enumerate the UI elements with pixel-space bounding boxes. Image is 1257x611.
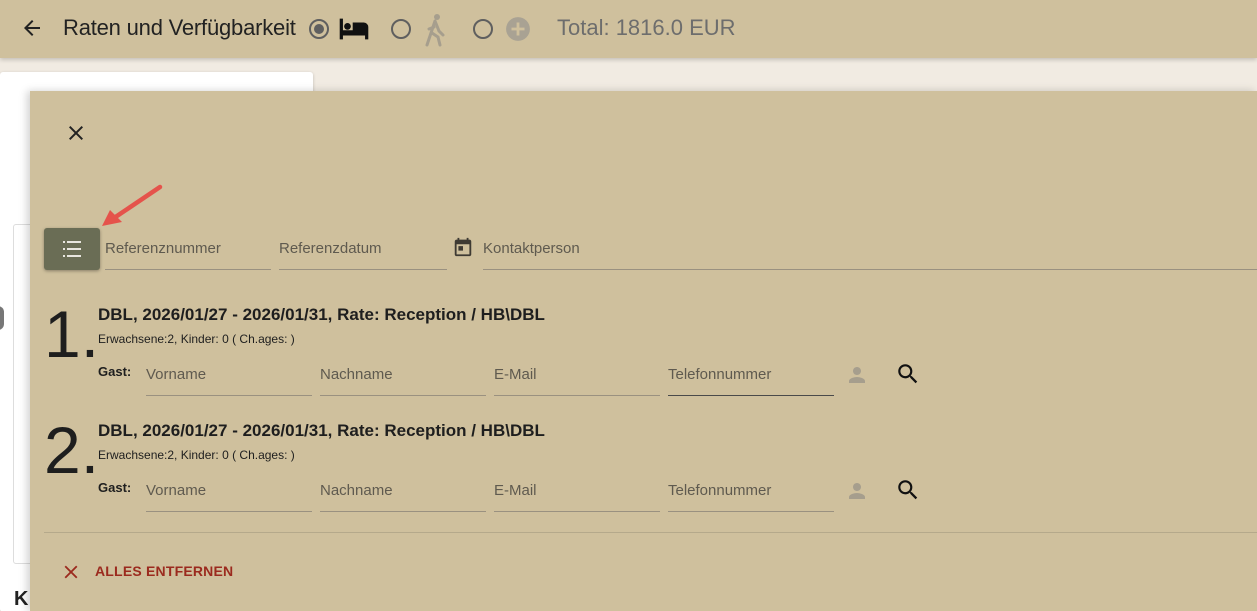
- first-name-input[interactable]: Vorname: [146, 358, 312, 396]
- room-number: 2.: [44, 413, 100, 487]
- background-partial-text: K: [14, 588, 29, 610]
- close-icon[interactable]: [64, 121, 88, 145]
- radio-bed-option[interactable]: [309, 19, 329, 39]
- booking-panel: Referenznummer Referenzdatum Kontaktpers…: [30, 91, 1257, 611]
- person-icon[interactable]: [845, 479, 869, 503]
- room-title: DBL, 2026/01/27 - 2026/01/31, Rate: Rece…: [98, 305, 545, 324]
- back-arrow-icon[interactable]: [20, 16, 44, 40]
- contact-person-input[interactable]: Kontaktperson: [483, 232, 1257, 270]
- reference-date-input[interactable]: Referenzdatum: [279, 232, 447, 270]
- walking-person-icon: [425, 14, 445, 47]
- total-price: Total: 1816.0 EUR: [557, 15, 736, 40]
- first-name-input[interactable]: Vorname: [146, 474, 312, 512]
- radio-walk-option[interactable]: [391, 19, 411, 39]
- page-title: Raten und Verfügbarkeit: [63, 15, 296, 40]
- room-title: DBL, 2026/01/27 - 2026/01/31, Rate: Rece…: [98, 421, 545, 440]
- background-handle: [0, 306, 4, 330]
- reference-number-placeholder: Referenznummer: [105, 240, 221, 257]
- list-view-button[interactable]: [44, 228, 100, 270]
- last-name-placeholder: Nachname: [320, 366, 393, 383]
- last-name-input[interactable]: Nachname: [320, 474, 486, 512]
- add-circle-icon: [506, 17, 530, 41]
- person-icon[interactable]: [845, 363, 869, 387]
- first-name-placeholder: Vorname: [146, 482, 207, 499]
- email-placeholder: E-Mail: [494, 482, 537, 499]
- calendar-icon[interactable]: [452, 235, 474, 259]
- phone-input[interactable]: Telefonnummer: [668, 474, 834, 512]
- room-occupancy: Erwachsene:2, Kinder: 0 ( Ch.ages: ): [98, 332, 295, 346]
- search-icon[interactable]: [895, 361, 921, 387]
- last-name-placeholder: Nachname: [320, 482, 393, 499]
- radio-add-option[interactable]: [473, 19, 493, 39]
- phone-placeholder: Telefonnummer: [668, 366, 772, 383]
- remove-all-label: ALLES ENTFERNEN: [95, 563, 234, 579]
- contact-person-placeholder: Kontaktperson: [483, 240, 580, 257]
- reference-number-input[interactable]: Referenznummer: [105, 232, 271, 270]
- reference-date-placeholder: Referenzdatum: [279, 240, 382, 257]
- phone-placeholder: Telefonnummer: [668, 482, 772, 499]
- annotation-arrow-icon: [102, 184, 163, 226]
- guest-label: Gast:: [98, 364, 132, 379]
- format-list-numbered-icon: [63, 241, 81, 257]
- close-icon: [64, 565, 78, 579]
- bed-icon: [339, 18, 369, 40]
- phone-input[interactable]: Telefonnummer: [668, 358, 834, 396]
- email-input[interactable]: E-Mail: [494, 358, 660, 396]
- room-occupancy: Erwachsene:2, Kinder: 0 ( Ch.ages: ): [98, 448, 295, 462]
- divider: [44, 532, 1257, 533]
- guest-label: Gast:: [98, 480, 132, 495]
- first-name-placeholder: Vorname: [146, 366, 207, 383]
- room-number: 1.: [44, 297, 100, 371]
- last-name-input[interactable]: Nachname: [320, 358, 486, 396]
- email-input[interactable]: E-Mail: [494, 474, 660, 512]
- top-app-bar: Raten und Verfügbarkeit Total: 1816.0 EU…: [0, 0, 1257, 58]
- email-placeholder: E-Mail: [494, 366, 537, 383]
- search-icon[interactable]: [895, 477, 921, 503]
